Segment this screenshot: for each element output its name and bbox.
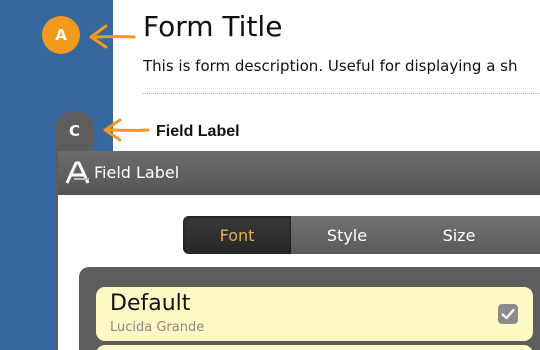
tab-font[interactable]: Font	[183, 216, 291, 254]
form-title: Form Title	[143, 10, 283, 43]
check-glyph-icon	[501, 308, 515, 320]
form-description: This is form description. Useful for dis…	[143, 57, 518, 75]
font-a-icon	[65, 161, 90, 184]
field-label[interactable]: Field Label	[156, 123, 240, 141]
panel-header: Field Label	[58, 151, 540, 195]
font-list-item[interactable]: Default Lucida Grande	[96, 287, 533, 341]
tab-size[interactable]: Size	[403, 216, 515, 254]
font-name: Default	[110, 291, 191, 316]
callout-a-label: A	[55, 26, 67, 44]
callout-badge-a: A	[42, 16, 80, 54]
header-divider	[143, 93, 540, 94]
font-family-name: Lucida Grande	[110, 320, 205, 335]
font-picker-panel: Field Label Font Style Size Default Luci…	[55, 151, 540, 350]
font-list: Default Lucida Grande	[79, 267, 540, 350]
checkmark-icon[interactable]	[498, 304, 518, 324]
callout-c-arrow-icon	[103, 118, 150, 142]
panel-title: Field Label	[94, 163, 180, 182]
tab-style[interactable]: Style	[291, 216, 403, 254]
font-list-item-next[interactable]	[96, 345, 533, 350]
callout-a-arrow-icon	[89, 24, 136, 49]
font-tab-bar: Font Style Size	[183, 216, 540, 254]
callout-tab-c: C	[55, 111, 94, 155]
